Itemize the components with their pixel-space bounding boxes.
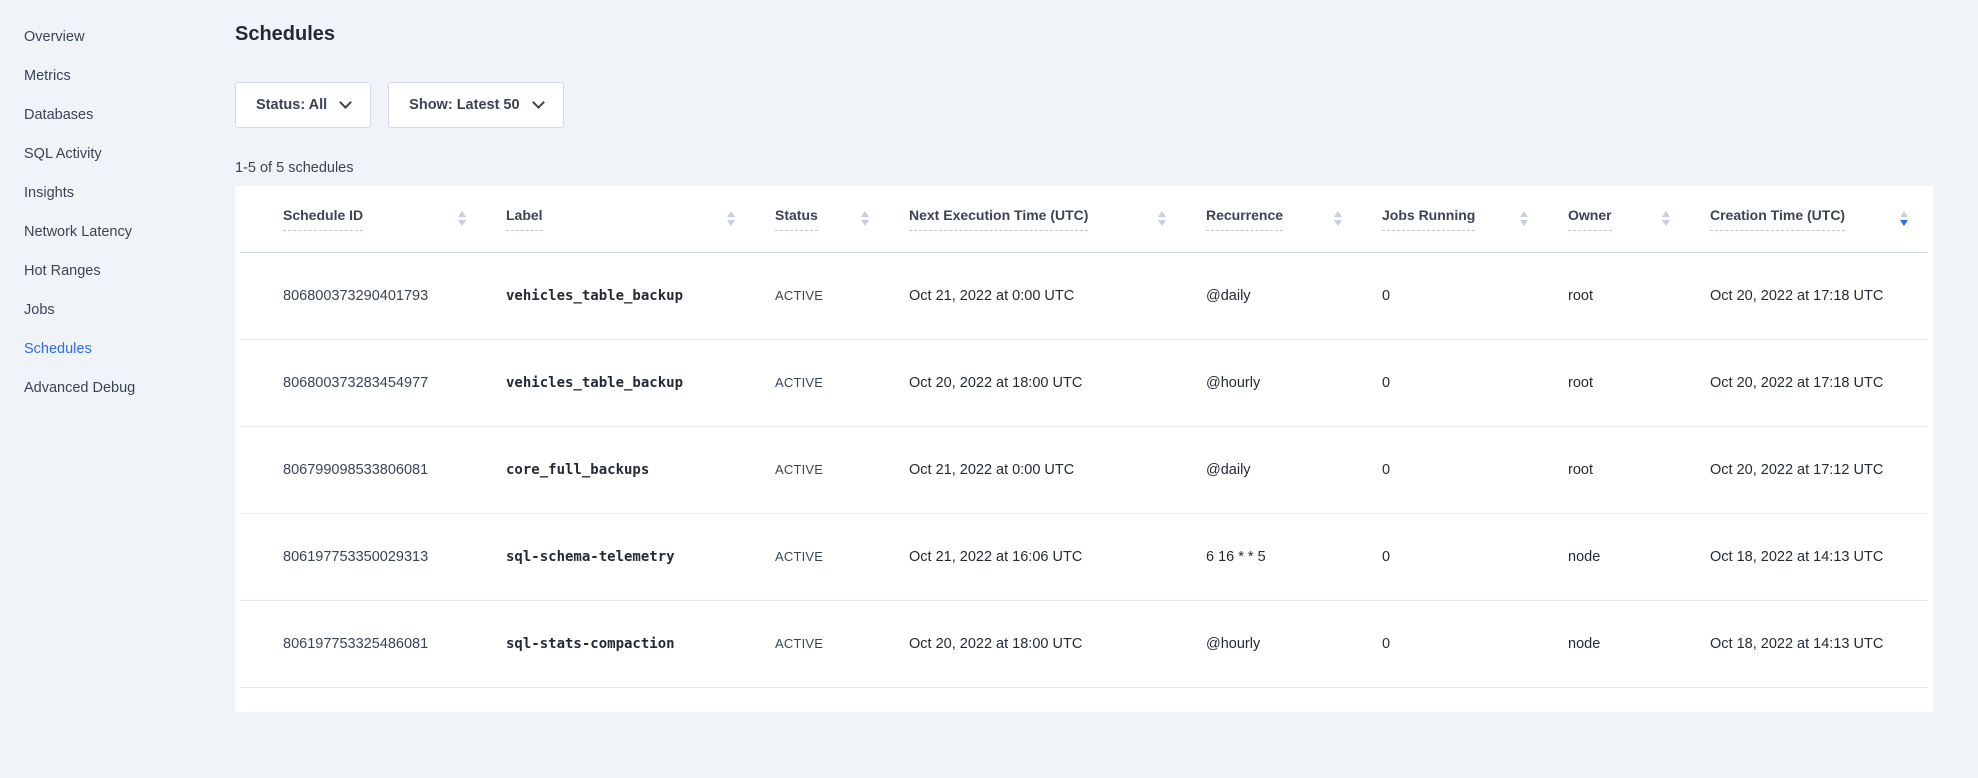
sort-arrows-icon[interactable] [727, 211, 735, 226]
recurrence-cell: @daily [1186, 426, 1362, 513]
table-header-row: Schedule ID Label Status Next Execu [240, 186, 1928, 252]
recurrence-cell: @hourly [1186, 339, 1362, 426]
next-execution-cell: Oct 20, 2022 at 18:00 UTC [889, 600, 1186, 687]
table-row: 806800373290401793 vehicles_table_backup… [240, 252, 1928, 339]
recurrence-cell: @daily [1186, 252, 1362, 339]
page-title: Schedules [235, 20, 1933, 48]
sidebar-item-insights[interactable]: Insights [0, 184, 235, 202]
table-row: 806197753325486081 sql-stats-compaction … [240, 600, 1928, 687]
chevron-down-icon [532, 96, 545, 109]
sort-arrows-icon[interactable] [1900, 211, 1908, 226]
results-summary: 1-5 of 5 schedules [235, 160, 1933, 176]
sidebar-item-jobs[interactable]: Jobs [0, 301, 235, 319]
column-header-label[interactable]: Label [486, 186, 755, 252]
next-execution-cell: Oct 20, 2022 at 18:00 UTC [889, 339, 1186, 426]
creation-time-cell: Oct 20, 2022 at 17:18 UTC [1690, 252, 1928, 339]
column-header-owner[interactable]: Owner [1548, 186, 1690, 252]
schedule-label-cell: sql-schema-telemetry [486, 513, 755, 600]
sort-arrows-icon[interactable] [1334, 211, 1342, 226]
chevron-down-icon [339, 96, 352, 109]
status-filter-label: Status: All [256, 97, 327, 113]
schedule-label-cell: sql-stats-compaction [486, 600, 755, 687]
schedules-table-card: Schedule ID Label Status Next Execu [235, 186, 1933, 712]
creation-time-cell: Oct 18, 2022 at 14:13 UTC [1690, 600, 1928, 687]
status-cell: ACTIVE [755, 513, 889, 600]
sidebar: Overview Metrics Databases SQL Activity … [0, 0, 235, 778]
sort-arrows-icon[interactable] [1158, 211, 1166, 226]
table-row: 806800373283454977 vehicles_table_backup… [240, 339, 1928, 426]
schedule-id-cell: 806197753325486081 [240, 600, 486, 687]
sort-arrows-icon[interactable] [1520, 211, 1528, 226]
creation-time-cell: Oct 20, 2022 at 17:12 UTC [1690, 426, 1928, 513]
column-header-next-execution-time[interactable]: Next Execution Time (UTC) [889, 186, 1186, 252]
recurrence-cell: 6 16 * * 5 [1186, 513, 1362, 600]
recurrence-cell: @hourly [1186, 600, 1362, 687]
schedule-id-cell: 806800373283454977 [240, 339, 486, 426]
show-filter-label: Show: Latest 50 [409, 97, 519, 113]
owner-cell: node [1548, 513, 1690, 600]
schedule-id-cell: 806800373290401793 [240, 252, 486, 339]
owner-cell: root [1548, 339, 1690, 426]
schedule-id-cell: 806799098533806081 [240, 426, 486, 513]
schedule-id-cell: 806197753350029313 [240, 513, 486, 600]
column-header-jobs-running[interactable]: Jobs Running [1362, 186, 1548, 252]
schedules-table: Schedule ID Label Status Next Execu [240, 186, 1928, 688]
sidebar-item-hot-ranges[interactable]: Hot Ranges [0, 262, 235, 280]
owner-cell: root [1548, 252, 1690, 339]
sidebar-item-metrics[interactable]: Metrics [0, 67, 235, 85]
sidebar-item-databases[interactable]: Databases [0, 106, 235, 124]
status-cell: ACTIVE [755, 600, 889, 687]
jobs-running-cell: 0 [1362, 426, 1548, 513]
sidebar-item-network-latency[interactable]: Network Latency [0, 223, 235, 241]
status-cell: ACTIVE [755, 426, 889, 513]
table-row: 806197753350029313 sql-schema-telemetry … [240, 513, 1928, 600]
column-header-recurrence[interactable]: Recurrence [1186, 186, 1362, 252]
sidebar-item-schedules[interactable]: Schedules [0, 340, 235, 358]
owner-cell: root [1548, 426, 1690, 513]
schedule-label-cell: core_full_backups [486, 426, 755, 513]
jobs-running-cell: 0 [1362, 513, 1548, 600]
filter-bar: Status: All Show: Latest 50 [235, 82, 1933, 128]
show-filter-dropdown[interactable]: Show: Latest 50 [388, 82, 563, 128]
owner-cell: node [1548, 600, 1690, 687]
schedule-label-cell: vehicles_table_backup [486, 252, 755, 339]
next-execution-cell: Oct 21, 2022 at 16:06 UTC [889, 513, 1186, 600]
creation-time-cell: Oct 20, 2022 at 17:18 UTC [1690, 339, 1928, 426]
status-cell: ACTIVE [755, 339, 889, 426]
status-cell: ACTIVE [755, 252, 889, 339]
creation-time-cell: Oct 18, 2022 at 14:13 UTC [1690, 513, 1928, 600]
app-layout: Overview Metrics Databases SQL Activity … [0, 0, 1978, 778]
table-row: 806799098533806081 core_full_backups ACT… [240, 426, 1928, 513]
sidebar-item-overview[interactable]: Overview [0, 28, 235, 46]
sort-arrows-icon[interactable] [861, 211, 869, 226]
column-header-schedule-id[interactable]: Schedule ID [240, 186, 486, 252]
sidebar-item-sql-activity[interactable]: SQL Activity [0, 145, 235, 163]
sort-arrows-icon[interactable] [1662, 211, 1670, 226]
status-filter-dropdown[interactable]: Status: All [235, 82, 371, 128]
jobs-running-cell: 0 [1362, 252, 1548, 339]
sort-arrows-icon[interactable] [458, 211, 466, 226]
schedule-label-cell: vehicles_table_backup [486, 339, 755, 426]
sidebar-item-advanced-debug[interactable]: Advanced Debug [0, 379, 235, 397]
column-header-status[interactable]: Status [755, 186, 889, 252]
main-content: Schedules Status: All Show: Latest 50 1-… [235, 0, 1978, 778]
column-header-creation-time[interactable]: Creation Time (UTC) [1690, 186, 1928, 252]
next-execution-cell: Oct 21, 2022 at 0:00 UTC [889, 426, 1186, 513]
jobs-running-cell: 0 [1362, 339, 1548, 426]
next-execution-cell: Oct 21, 2022 at 0:00 UTC [889, 252, 1186, 339]
jobs-running-cell: 0 [1362, 600, 1548, 687]
